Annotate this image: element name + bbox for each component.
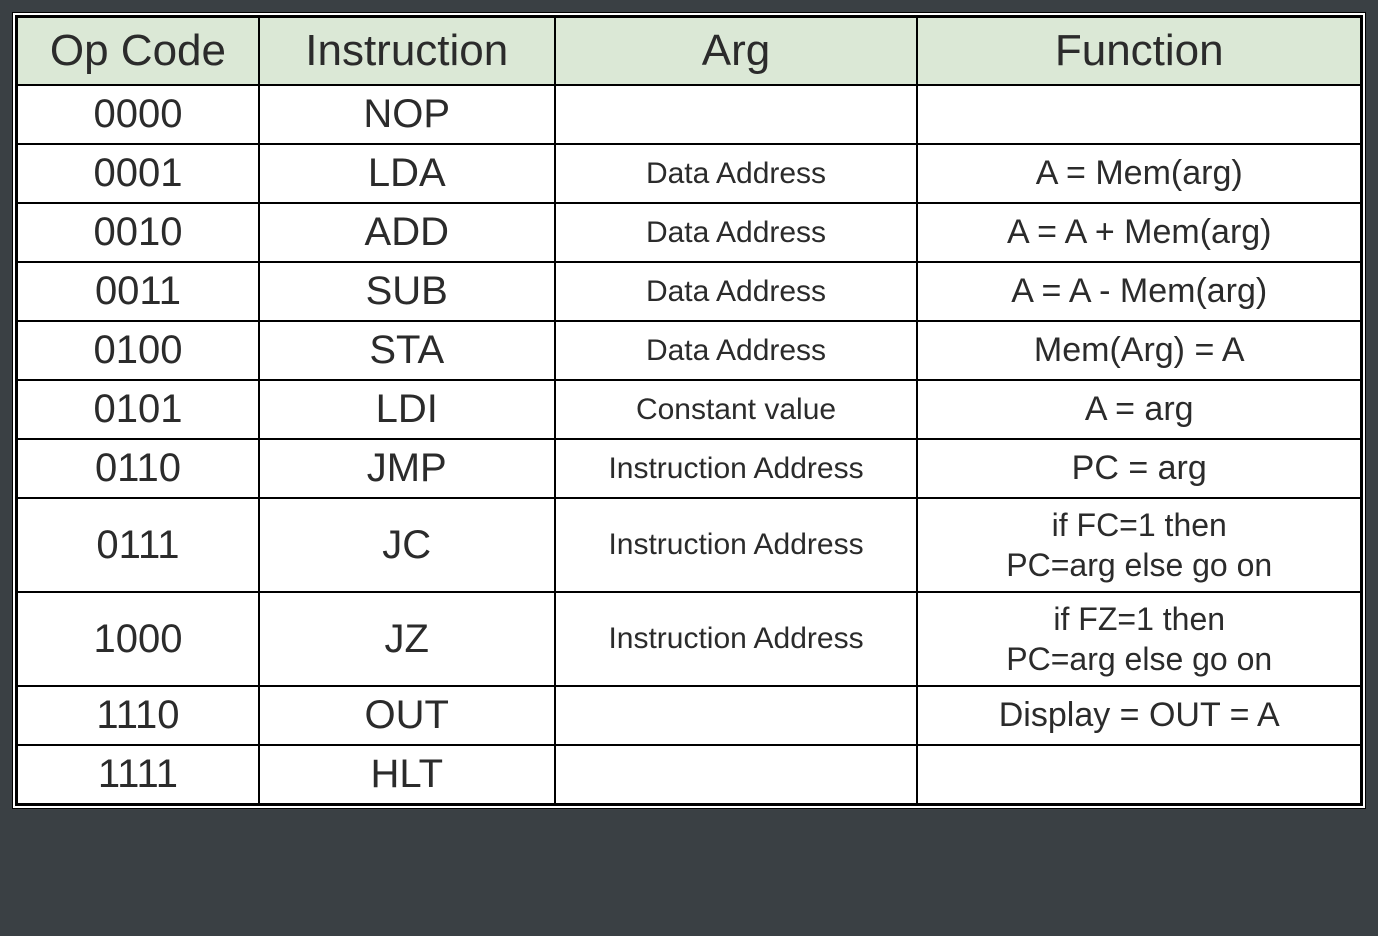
instruction-table: Op Code Instruction Arg Function 0000 NO… [16,16,1362,805]
table-row: 1111 HLT [17,745,1361,804]
cell-arg: Instruction Address [555,592,918,686]
cell-arg [555,686,918,745]
header-opcode: Op Code [17,17,259,85]
cell-opcode: 0001 [17,144,259,203]
table-row: 0101 LDI Constant value A = arg [17,380,1361,439]
cell-arg: Data Address [555,144,918,203]
table-row: 0001 LDA Data Address A = Mem(arg) [17,144,1361,203]
cell-arg [555,85,918,144]
cell-instruction: ADD [259,203,555,262]
header-arg: Arg [555,17,918,85]
cell-function [917,745,1361,804]
table-body: 0000 NOP 0001 LDA Data Address A = Mem(a… [17,85,1361,804]
cell-arg: Instruction Address [555,439,918,498]
cell-function: A = A + Mem(arg) [917,203,1361,262]
cell-opcode: 0100 [17,321,259,380]
table-row: 0000 NOP [17,85,1361,144]
cell-function: if FC=1 thenPC=arg else go on [917,498,1361,592]
instruction-table-wrapper: Op Code Instruction Arg Function 0000 NO… [12,12,1366,809]
cell-opcode: 0000 [17,85,259,144]
cell-function: PC = arg [917,439,1361,498]
cell-opcode: 1000 [17,592,259,686]
cell-opcode: 0111 [17,498,259,592]
cell-instruction: JMP [259,439,555,498]
cell-opcode: 0101 [17,380,259,439]
table-row: 0011 SUB Data Address A = A - Mem(arg) [17,262,1361,321]
cell-arg: Data Address [555,203,918,262]
cell-opcode: 0110 [17,439,259,498]
table-row: 1000 JZ Instruction Address if FZ=1 then… [17,592,1361,686]
cell-instruction: LDI [259,380,555,439]
cell-function: Mem(Arg) = A [917,321,1361,380]
header-function: Function [917,17,1361,85]
cell-function: if FZ=1 thenPC=arg else go on [917,592,1361,686]
cell-function [917,85,1361,144]
table-header-row: Op Code Instruction Arg Function [17,17,1361,85]
cell-instruction: LDA [259,144,555,203]
cell-instruction: HLT [259,745,555,804]
cell-opcode: 0010 [17,203,259,262]
cell-function: A = arg [917,380,1361,439]
cell-arg: Data Address [555,262,918,321]
cell-instruction: JC [259,498,555,592]
cell-opcode: 0011 [17,262,259,321]
cell-instruction: NOP [259,85,555,144]
cell-arg: Constant value [555,380,918,439]
table-row: 0110 JMP Instruction Address PC = arg [17,439,1361,498]
cell-arg [555,745,918,804]
table-row: 1110 OUT Display = OUT = A [17,686,1361,745]
cell-function: A = A - Mem(arg) [917,262,1361,321]
cell-instruction: STA [259,321,555,380]
cell-instruction: OUT [259,686,555,745]
cell-function: Display = OUT = A [917,686,1361,745]
cell-opcode: 1111 [17,745,259,804]
cell-arg: Data Address [555,321,918,380]
table-row: 0111 JC Instruction Address if FC=1 then… [17,498,1361,592]
cell-instruction: SUB [259,262,555,321]
table-row: 0100 STA Data Address Mem(Arg) = A [17,321,1361,380]
cell-opcode: 1110 [17,686,259,745]
cell-function: A = Mem(arg) [917,144,1361,203]
table-row: 0010 ADD Data Address A = A + Mem(arg) [17,203,1361,262]
cell-instruction: JZ [259,592,555,686]
cell-arg: Instruction Address [555,498,918,592]
header-instruction: Instruction [259,17,555,85]
